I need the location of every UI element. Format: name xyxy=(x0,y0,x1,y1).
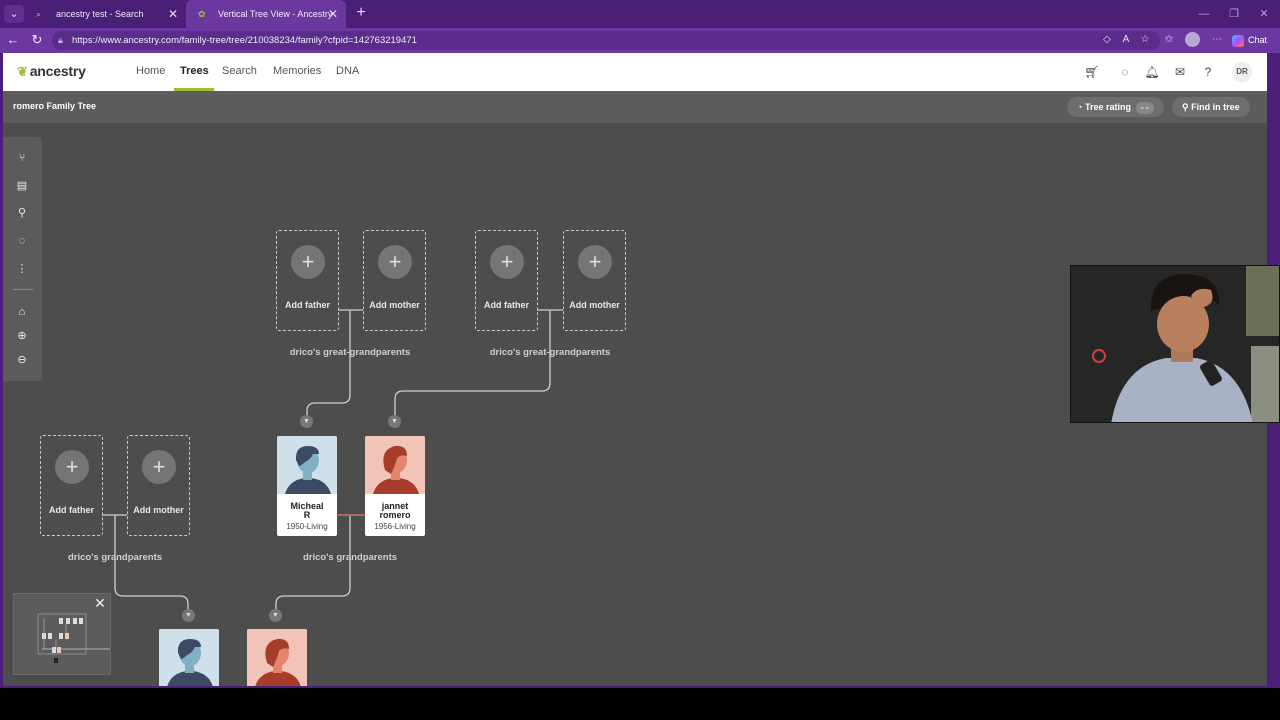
group-label-great-grandparents: drico's great-grandparents xyxy=(289,347,411,358)
person-dates: 1956-Living xyxy=(374,522,416,531)
home-icon[interactable]: ⌂ xyxy=(14,304,30,320)
url-field[interactable]: 🔒︎ https://www.ancestry.com/family-tree/… xyxy=(52,31,1160,50)
plus-icon: + xyxy=(291,245,325,279)
screen-bottom-strip xyxy=(0,688,1280,720)
expand-chevron-icon[interactable]: ▼ xyxy=(269,609,282,622)
person-name: Micheal R xyxy=(277,502,337,520)
person-card-micheal[interactable]: Micheal R 1950-Living xyxy=(277,436,337,536)
tab-search[interactable]: ⌕ ancestry test - Search ✕ xyxy=(24,0,186,28)
male-silhouette-icon xyxy=(277,436,337,494)
group-label-grandparents: drico's grandparents xyxy=(67,552,163,563)
add-father-card[interactable]: + Add father xyxy=(276,230,339,331)
refresh-icon[interactable]: ↻ xyxy=(28,31,46,49)
add-mother-label: Add mother xyxy=(369,300,420,310)
add-mother-label: Add mother xyxy=(569,300,620,310)
more-menu-icon[interactable]: ⋯ xyxy=(1208,31,1226,49)
add-father-label: Add father xyxy=(285,300,330,310)
tree-view-icon[interactable]: ⑂ xyxy=(14,150,30,166)
group-label-great-grandparents: drico's great-grandparents xyxy=(489,347,611,358)
add-mother-card[interactable]: + Add mother xyxy=(363,230,426,331)
person-last-name: R xyxy=(303,510,311,520)
close-tab-icon[interactable]: ✕ xyxy=(168,0,178,28)
find-person-icon[interactable]: ⚲ xyxy=(14,205,30,221)
expand-chevron-icon[interactable]: ▼ xyxy=(388,415,401,428)
tab-title: ancestry test - Search xyxy=(56,9,144,19)
ancestry-favicon-icon: ✿ xyxy=(198,9,206,19)
hints-icon[interactable]: ◌ xyxy=(14,233,30,249)
tag-icon[interactable]: ◇ xyxy=(1098,31,1116,49)
plus-icon: + xyxy=(142,450,176,484)
favorites-icon[interactable]: ✩ xyxy=(1160,31,1178,49)
favorite-star-icon[interactable]: ☆ xyxy=(1136,31,1154,49)
tab-bar: ⌄ ⌕ ancestry test - Search ✕ ✿ Vertical … xyxy=(0,0,1280,28)
webcam-person-image xyxy=(1071,266,1279,422)
group-label-grandparents: drico's grandparents xyxy=(302,552,398,563)
close-window-icon[interactable]: ✕ xyxy=(1250,0,1278,28)
profile-avatar[interactable] xyxy=(1185,32,1200,47)
person-dates: 1950-Living xyxy=(286,522,328,531)
lock-icon: 🔒︎ xyxy=(58,35,63,45)
webcam-overlay xyxy=(1070,265,1280,423)
copilot-chat-button[interactable]: Chat xyxy=(1232,31,1276,50)
search-icon: ⌕ xyxy=(36,9,42,19)
plus-icon: + xyxy=(378,245,412,279)
add-mother-label: Add mother xyxy=(133,505,184,515)
address-bar-row: ← ↻ 🔒︎ https://www.ancestry.com/family-t… xyxy=(0,28,1280,53)
add-father-label: Add father xyxy=(49,505,94,515)
zoom-in-icon[interactable]: ⊕ xyxy=(14,328,30,344)
person-card-jannet[interactable]: jannet romero 1956-Living xyxy=(365,436,425,536)
tab-title: Vertical Tree View - Ancestry xyxy=(218,9,333,19)
read-aloud-icon[interactable]: A xyxy=(1117,31,1135,49)
copilot-icon xyxy=(1232,34,1244,47)
maximize-icon[interactable]: ❐ xyxy=(1220,0,1248,28)
plus-icon: + xyxy=(578,245,612,279)
female-silhouette-icon xyxy=(365,436,425,494)
plus-icon: + xyxy=(490,245,524,279)
tree-minimap[interactable]: ✕ xyxy=(13,593,111,675)
chat-label: Chat xyxy=(1248,35,1268,45)
new-tab-button[interactable]: + xyxy=(352,3,370,23)
close-tab-icon[interactable]: ✕ xyxy=(328,0,338,28)
add-mother-card[interactable]: + Add mother xyxy=(127,435,190,536)
add-father-card[interactable]: + Add father xyxy=(475,230,538,331)
media-gallery-icon[interactable]: ▤ xyxy=(14,178,30,194)
male-silhouette-icon xyxy=(159,629,219,686)
more-options-icon[interactable]: ⋮ xyxy=(14,261,30,277)
minimap-preview xyxy=(37,613,110,663)
plus-icon: + xyxy=(55,450,89,484)
url-text: https://www.ancestry.com/family-tree/tre… xyxy=(72,35,417,46)
minimize-icon[interactable]: — xyxy=(1190,0,1218,28)
tools-divider xyxy=(13,289,33,290)
tab-vertical-tree[interactable]: ✿ Vertical Tree View - Ancestry ✕ xyxy=(186,0,346,28)
zoom-out-icon[interactable]: ⊖ xyxy=(14,352,30,368)
add-father-label: Add father xyxy=(484,300,529,310)
expand-chevron-icon[interactable]: ▼ xyxy=(300,415,313,428)
person-name: jannet romero xyxy=(365,502,425,520)
add-mother-card[interactable]: + Add mother xyxy=(563,230,626,331)
add-father-card[interactable]: + Add father xyxy=(40,435,103,536)
expand-chevron-icon[interactable]: ▼ xyxy=(182,609,195,622)
back-icon[interactable]: ← xyxy=(4,31,22,49)
female-silhouette-icon xyxy=(247,629,307,686)
tree-tools-panel: ⑂ ▤ ⚲ ◌ ⋮ ⌂ ⊕ ⊖ xyxy=(3,137,42,381)
person-last-name: romero xyxy=(379,510,411,520)
person-card-parent-female[interactable] xyxy=(247,629,307,686)
tab-actions-button[interactable]: ⌄ xyxy=(4,5,24,23)
person-card-parent-male[interactable] xyxy=(159,629,219,686)
